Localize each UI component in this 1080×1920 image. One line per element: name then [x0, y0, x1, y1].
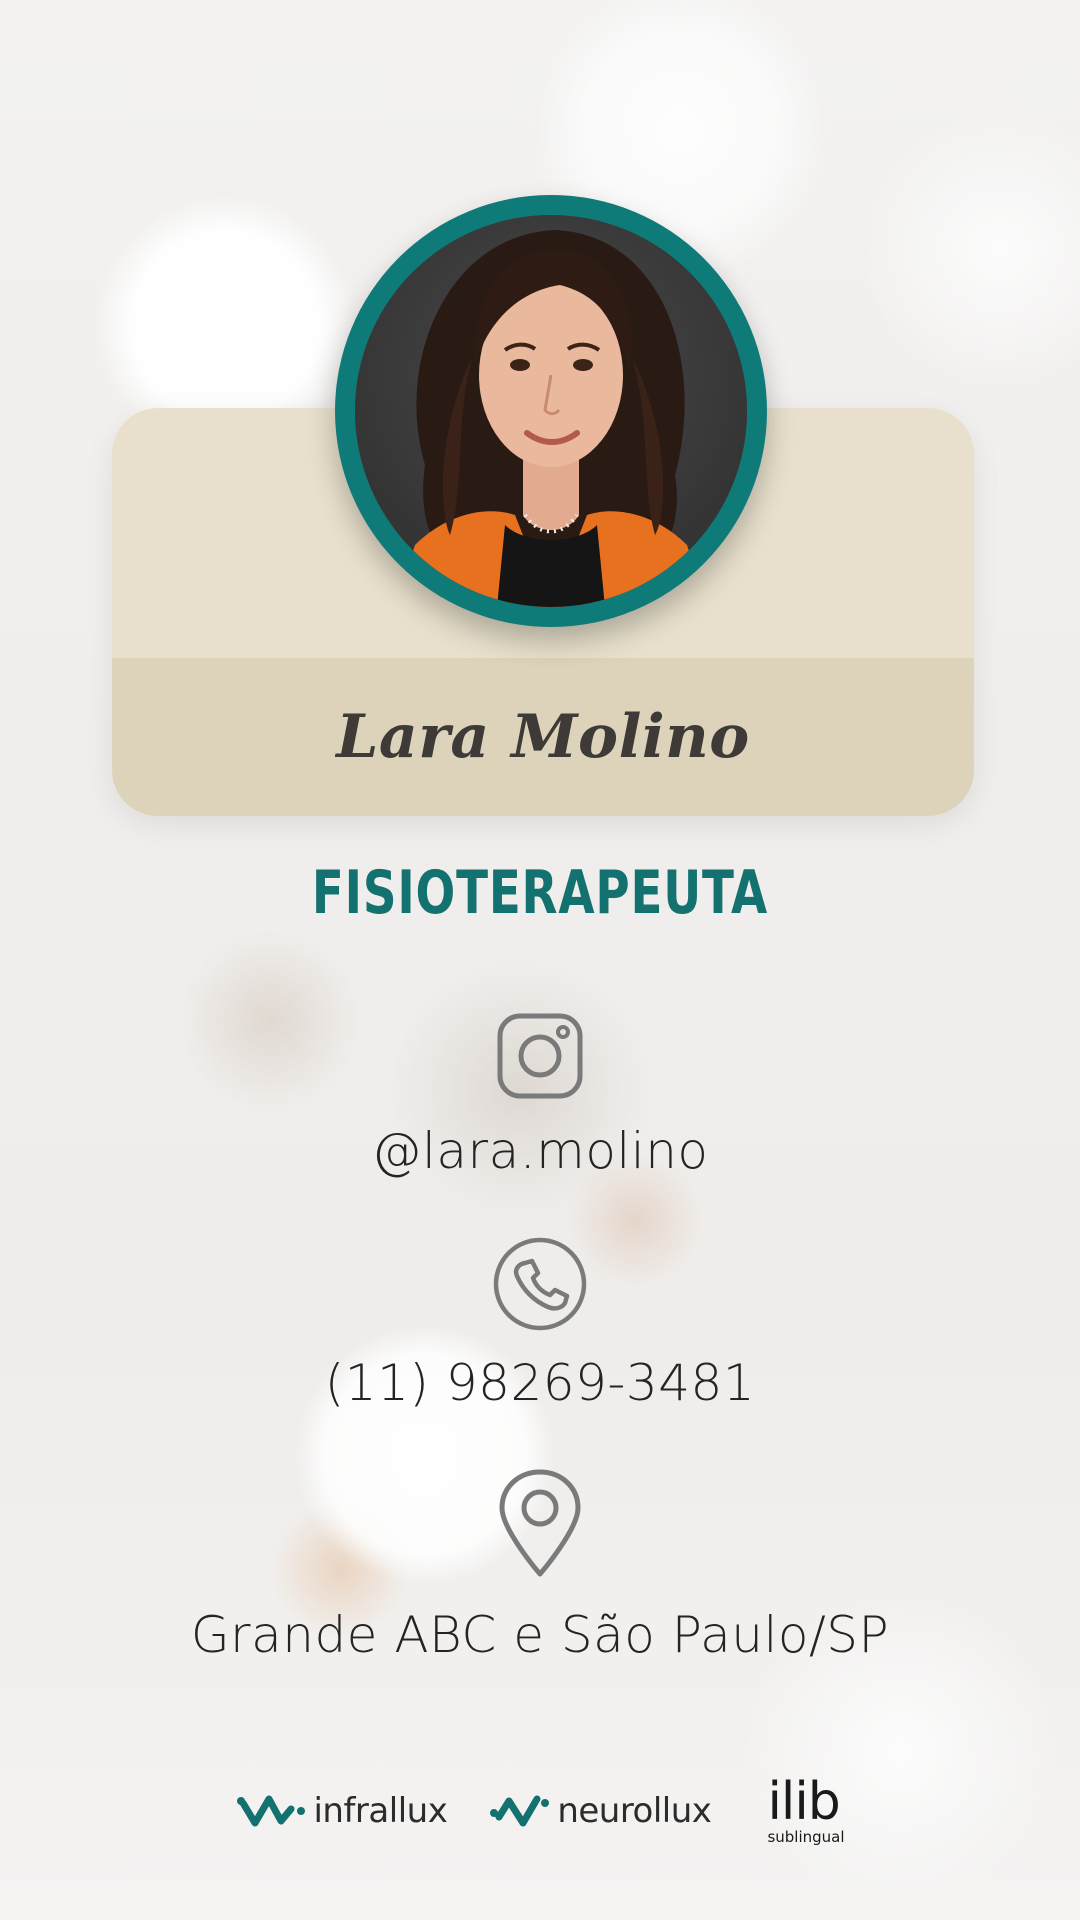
profile-name-band: Lara Molino: [112, 658, 974, 816]
ilib-wordmark: ilib: [767, 1772, 840, 1832]
profile-name: Lara Molino: [336, 702, 750, 772]
avatar-ring: [335, 195, 767, 627]
neurollux-wordmark: neurollux: [557, 1790, 712, 1831]
phone-number[interactable]: (11) 98269-3481: [0, 1354, 1080, 1412]
neurollux-logo: neurollux: [489, 1790, 712, 1831]
ilib-subtitle: sublingual: [767, 1828, 845, 1846]
neurollux-wave-icon: [490, 1795, 550, 1826]
instagram-handle[interactable]: @lara.molino: [0, 1122, 1080, 1180]
ilib-logo: ilib sublingual: [767, 1776, 844, 1845]
infrallux-logo: infrallux: [235, 1790, 448, 1831]
location-text: Grande ABC e São Paulo/SP: [190, 1606, 890, 1664]
phone-icon: [493, 1237, 587, 1331]
instagram-icon: [497, 1013, 583, 1099]
infrallux-wave-icon: [237, 1795, 306, 1826]
avatar-portrait-illustration: [355, 215, 747, 607]
location-contact: Grande ABC e São Paulo/SP: [0, 1468, 1080, 1664]
infrallux-wordmark: infrallux: [313, 1790, 448, 1831]
profession-title: FISIOTERAPEUTA: [311, 858, 769, 928]
location-pin-icon: [499, 1469, 581, 1577]
avatar: [355, 215, 747, 607]
instagram-contact[interactable]: @lara.molino: [0, 1012, 1080, 1180]
brand-logos: infrallux neurollux ilib sublingual: [0, 1776, 1080, 1845]
phone-contact[interactable]: (11) 98269-3481: [0, 1236, 1080, 1412]
